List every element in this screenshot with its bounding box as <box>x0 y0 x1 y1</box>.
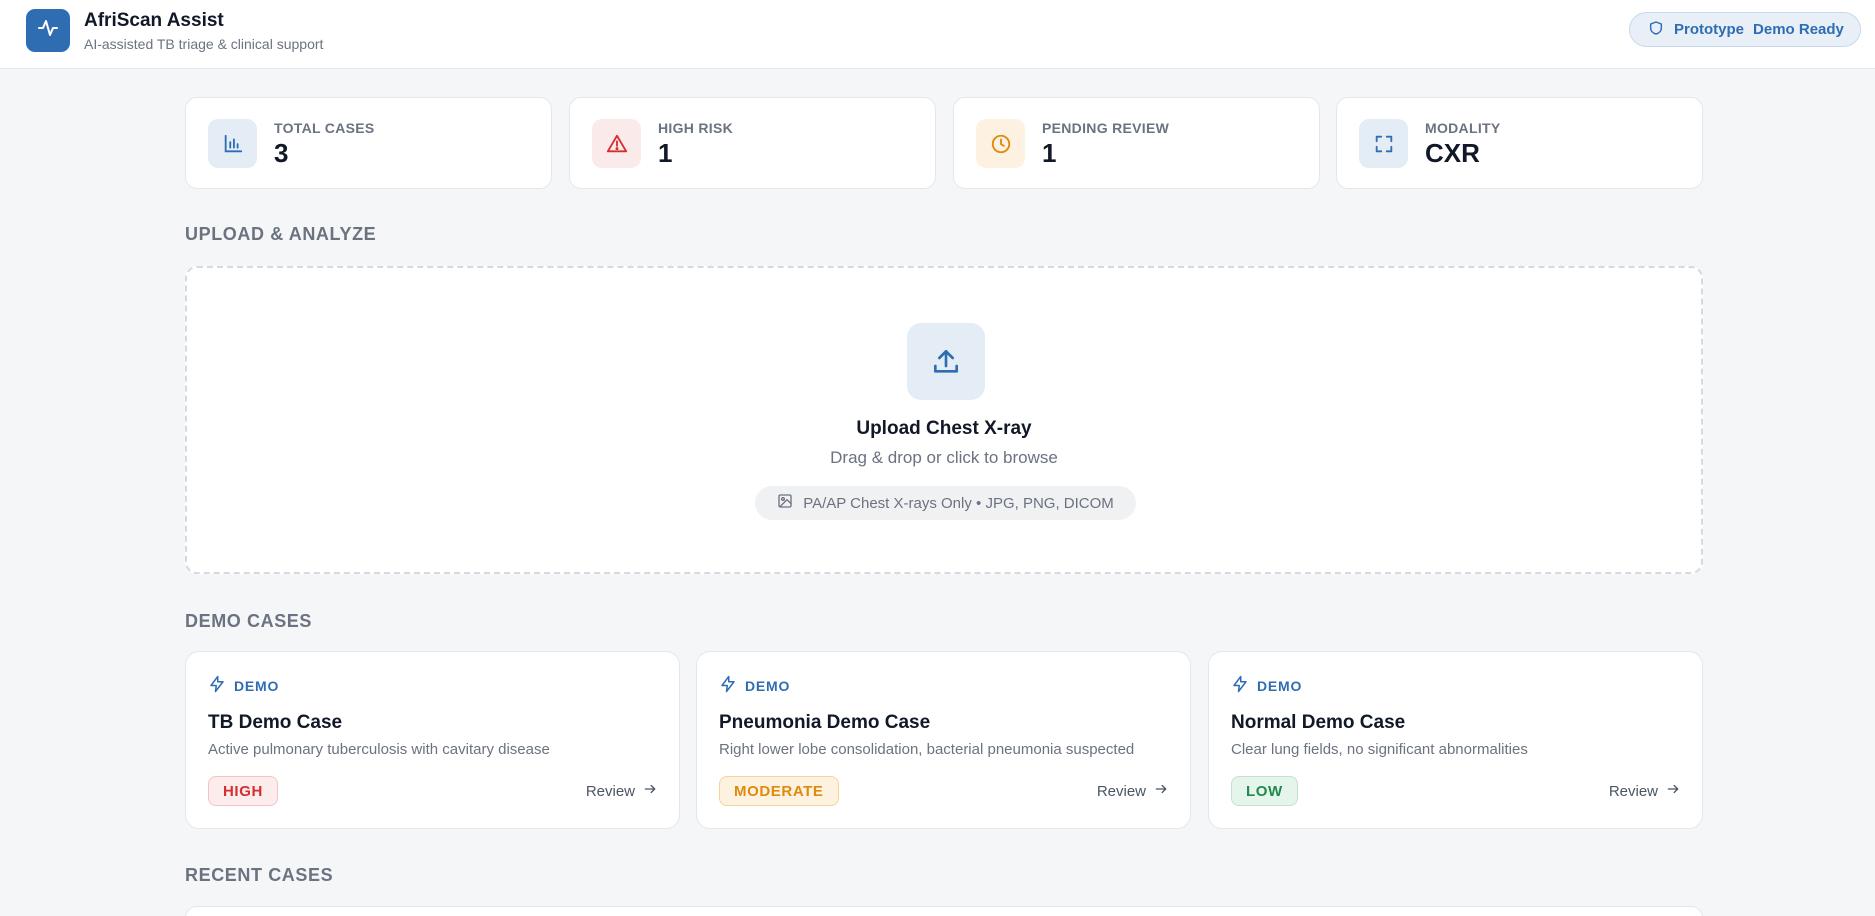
demo-tag-label: DEMO <box>1257 677 1303 694</box>
demo-card-tb[interactable]: DEMO TB Demo Case Active pulmonary tuber… <box>185 651 680 829</box>
lightning-icon <box>208 675 226 696</box>
app-header: AfriScan Assist AI-assisted TB triage & … <box>0 0 1875 69</box>
risk-badge: LOW <box>1231 776 1298 806</box>
demo-card-pneumonia[interactable]: DEMO Pneumonia Demo Case Right lower lob… <box>696 651 1191 829</box>
image-icon <box>777 493 793 513</box>
arrow-right-icon <box>1154 782 1168 800</box>
app-subtitle: AI-assisted TB triage & clinical support <box>84 36 324 52</box>
demo-tag-label: DEMO <box>745 677 791 694</box>
demo-description: Right lower lobe consolidation, bacteria… <box>719 741 1135 758</box>
warning-icon <box>592 119 641 168</box>
accepted-formats: PA/AP Chest X-rays Only • JPG, PNG, DICO… <box>755 486 1136 520</box>
demo-description: Active pulmonary tuberculosis with cavit… <box>208 741 550 758</box>
upload-subtitle: Drag & drop or click to browse <box>830 448 1058 467</box>
stat-value: 1 <box>1042 138 1057 168</box>
stat-value: CXR <box>1425 138 1480 168</box>
upload-dropzone[interactable]: Upload Chest X-ray Drag & drop or click … <box>185 266 1703 574</box>
demo-title: Pneumonia Demo Case <box>719 712 931 733</box>
lightning-icon <box>1231 675 1249 696</box>
arrow-right-icon <box>643 782 657 800</box>
app-title: AfriScan Assist <box>84 10 224 31</box>
demo-tag: DEMO <box>719 675 790 696</box>
review-button[interactable]: Review <box>1097 782 1168 800</box>
review-label: Review <box>1608 782 1658 800</box>
stat-label: PENDING REVIEW <box>1042 120 1170 136</box>
demo-title: TB Demo Case <box>208 712 343 733</box>
demo-description: Clear lung fields, no significant abnorm… <box>1231 741 1528 758</box>
stat-label: MODALITY <box>1425 120 1501 136</box>
pulse-icon <box>36 16 60 45</box>
stat-card-total-cases: TOTAL CASES 3 <box>185 97 552 189</box>
status-value: Demo Ready <box>1753 21 1844 38</box>
bar-chart-icon <box>208 119 257 168</box>
stat-label: HIGH RISK <box>658 120 734 136</box>
risk-badge: MODERATE <box>719 776 839 806</box>
stat-card-pending-review: PENDING REVIEW 1 <box>953 97 1320 189</box>
upload-icon[interactable] <box>907 323 985 400</box>
status-label: Prototype <box>1674 21 1745 38</box>
stat-card-modality: MODALITY CXR <box>1336 97 1703 189</box>
section-title-upload: UPLOAD & ANALYZE <box>185 224 377 244</box>
app-logo[interactable] <box>26 9 70 52</box>
arrow-right-icon <box>1666 782 1680 800</box>
clock-icon <box>976 119 1025 168</box>
section-title-demo: DEMO CASES <box>185 611 313 631</box>
demo-card-normal[interactable]: DEMO Normal Demo Case Clear lung fields,… <box>1208 651 1703 829</box>
review-button[interactable]: Review <box>1609 782 1680 800</box>
demo-tag-label: DEMO <box>234 677 280 694</box>
shield-icon <box>1648 20 1664 40</box>
upload-title: Upload Chest X-ray <box>856 418 1032 439</box>
review-label: Review <box>585 782 635 800</box>
demo-tag: DEMO <box>1231 675 1302 696</box>
stat-card-high-risk: HIGH RISK 1 <box>569 97 936 189</box>
scan-icon <box>1359 119 1408 168</box>
status-badge: Prototype Demo Ready <box>1629 12 1861 47</box>
recent-cases-panel <box>185 906 1703 916</box>
section-title-recent: RECENT CASES <box>185 865 334 885</box>
review-button[interactable]: Review <box>586 782 657 800</box>
stat-value: 1 <box>658 138 673 168</box>
review-label: Review <box>1096 782 1146 800</box>
accepted-formats-text: PA/AP Chest X-rays Only • JPG, PNG, DICO… <box>803 494 1114 512</box>
stat-label: TOTAL CASES <box>274 120 375 136</box>
lightning-icon <box>719 675 737 696</box>
stat-value: 3 <box>274 138 289 168</box>
demo-title: Normal Demo Case <box>1231 712 1406 733</box>
risk-badge: HIGH <box>208 776 278 806</box>
demo-tag: DEMO <box>208 675 279 696</box>
